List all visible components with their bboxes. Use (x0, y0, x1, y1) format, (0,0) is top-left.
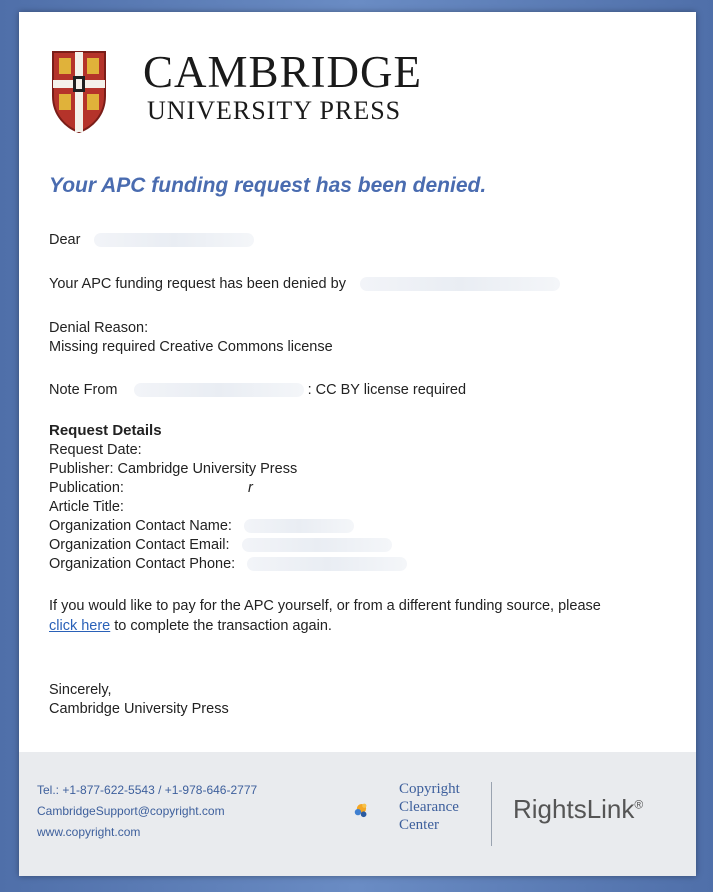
contact-email-line: Organization Contact Email: (49, 537, 392, 553)
note-text: : CC BY license required (307, 382, 467, 398)
contact-phone-line: Organization Contact Phone: (49, 556, 408, 572)
pay-text-rest: to complete the transaction again. (110, 618, 332, 634)
brand-name: CAMBRIDGE (143, 47, 423, 97)
click-here-link[interactable]: click here (49, 618, 110, 634)
pay-text-line-1: If you would like to pay for the APC you… (49, 598, 601, 614)
rightslink-logo: RightsLink® (513, 794, 643, 825)
publication-mark: r (248, 480, 253, 496)
ccc-wordmark: Copyright Clearance Center (399, 780, 460, 834)
ccc-line-1: Copyright (399, 781, 460, 797)
rightslink-text: RightsLink (513, 794, 635, 824)
footer-divider (491, 782, 492, 846)
note-from-label: Note From (49, 382, 118, 398)
footer-contact-info: Tel.: +1-877-622-5543 / +1-978-646-2777 … (37, 780, 257, 843)
request-details-title: Request Details (49, 422, 162, 439)
redacted-denier (359, 277, 560, 292)
email-card: CAMBRIDGE UNIVERSITY PRESS Your APC fund… (19, 12, 696, 876)
denial-reason-label: Denial Reason: (49, 320, 149, 336)
publisher-line: Publisher: Cambridge University Press (49, 461, 298, 477)
ccc-line-3: Center (399, 817, 439, 833)
signature-text: Cambridge University Press (49, 701, 229, 717)
cambridge-crest-icon (52, 51, 106, 134)
contact-phone-label: Organization Contact Phone: (49, 556, 236, 572)
denial-reason-text: Missing required Creative Commons licens… (49, 339, 333, 355)
email-headline: Your APC funding request has been denied… (49, 174, 487, 197)
contact-name-label: Organization Contact Name: (49, 518, 232, 534)
article-title-line: Article Title: (49, 499, 124, 515)
footer-email-link[interactable]: CambridgeSupport@copyright.com (37, 801, 257, 822)
email-header: CAMBRIDGE UNIVERSITY PRESS (19, 12, 696, 162)
redacted-contact-name (243, 519, 354, 534)
email-footer: Tel.: +1-877-622-5543 / +1-978-646-2777 … (19, 752, 696, 876)
greeting-line: Dear (49, 232, 255, 248)
copyright-clearance-center-logo-icon (354, 803, 367, 818)
note-line: Note From : CC BY license required (49, 382, 466, 398)
redacted-contact-phone (247, 557, 408, 572)
footer-website-link[interactable]: www.copyright.com (37, 822, 257, 843)
brand-subtitle: UNIVERSITY PRESS (147, 96, 402, 125)
redacted-contact-email (241, 538, 392, 553)
rightslink-registered-mark: ® (634, 797, 644, 812)
redacted-note-source (133, 383, 304, 398)
publication-line: Publication: r (49, 480, 253, 496)
denied-by-text: Your APC funding request has been denied… (49, 276, 346, 292)
contact-email-label: Organization Contact Email: (49, 537, 230, 553)
contact-name-line: Organization Contact Name: (49, 518, 354, 534)
pay-text-line-2: click here to complete the transaction a… (49, 618, 332, 634)
publication-label: Publication: (49, 480, 124, 496)
request-date: Request Date: (49, 442, 142, 458)
redacted-name (94, 233, 255, 248)
greeting-text: Dear (49, 232, 81, 248)
sincerely-text: Sincerely, (49, 682, 112, 698)
footer-phone: Tel.: +1-877-622-5543 / +1-978-646-2777 (37, 783, 258, 797)
denied-by-line: Your APC funding request has been denied… (49, 276, 560, 292)
ccc-line-2: Clearance (399, 799, 459, 815)
